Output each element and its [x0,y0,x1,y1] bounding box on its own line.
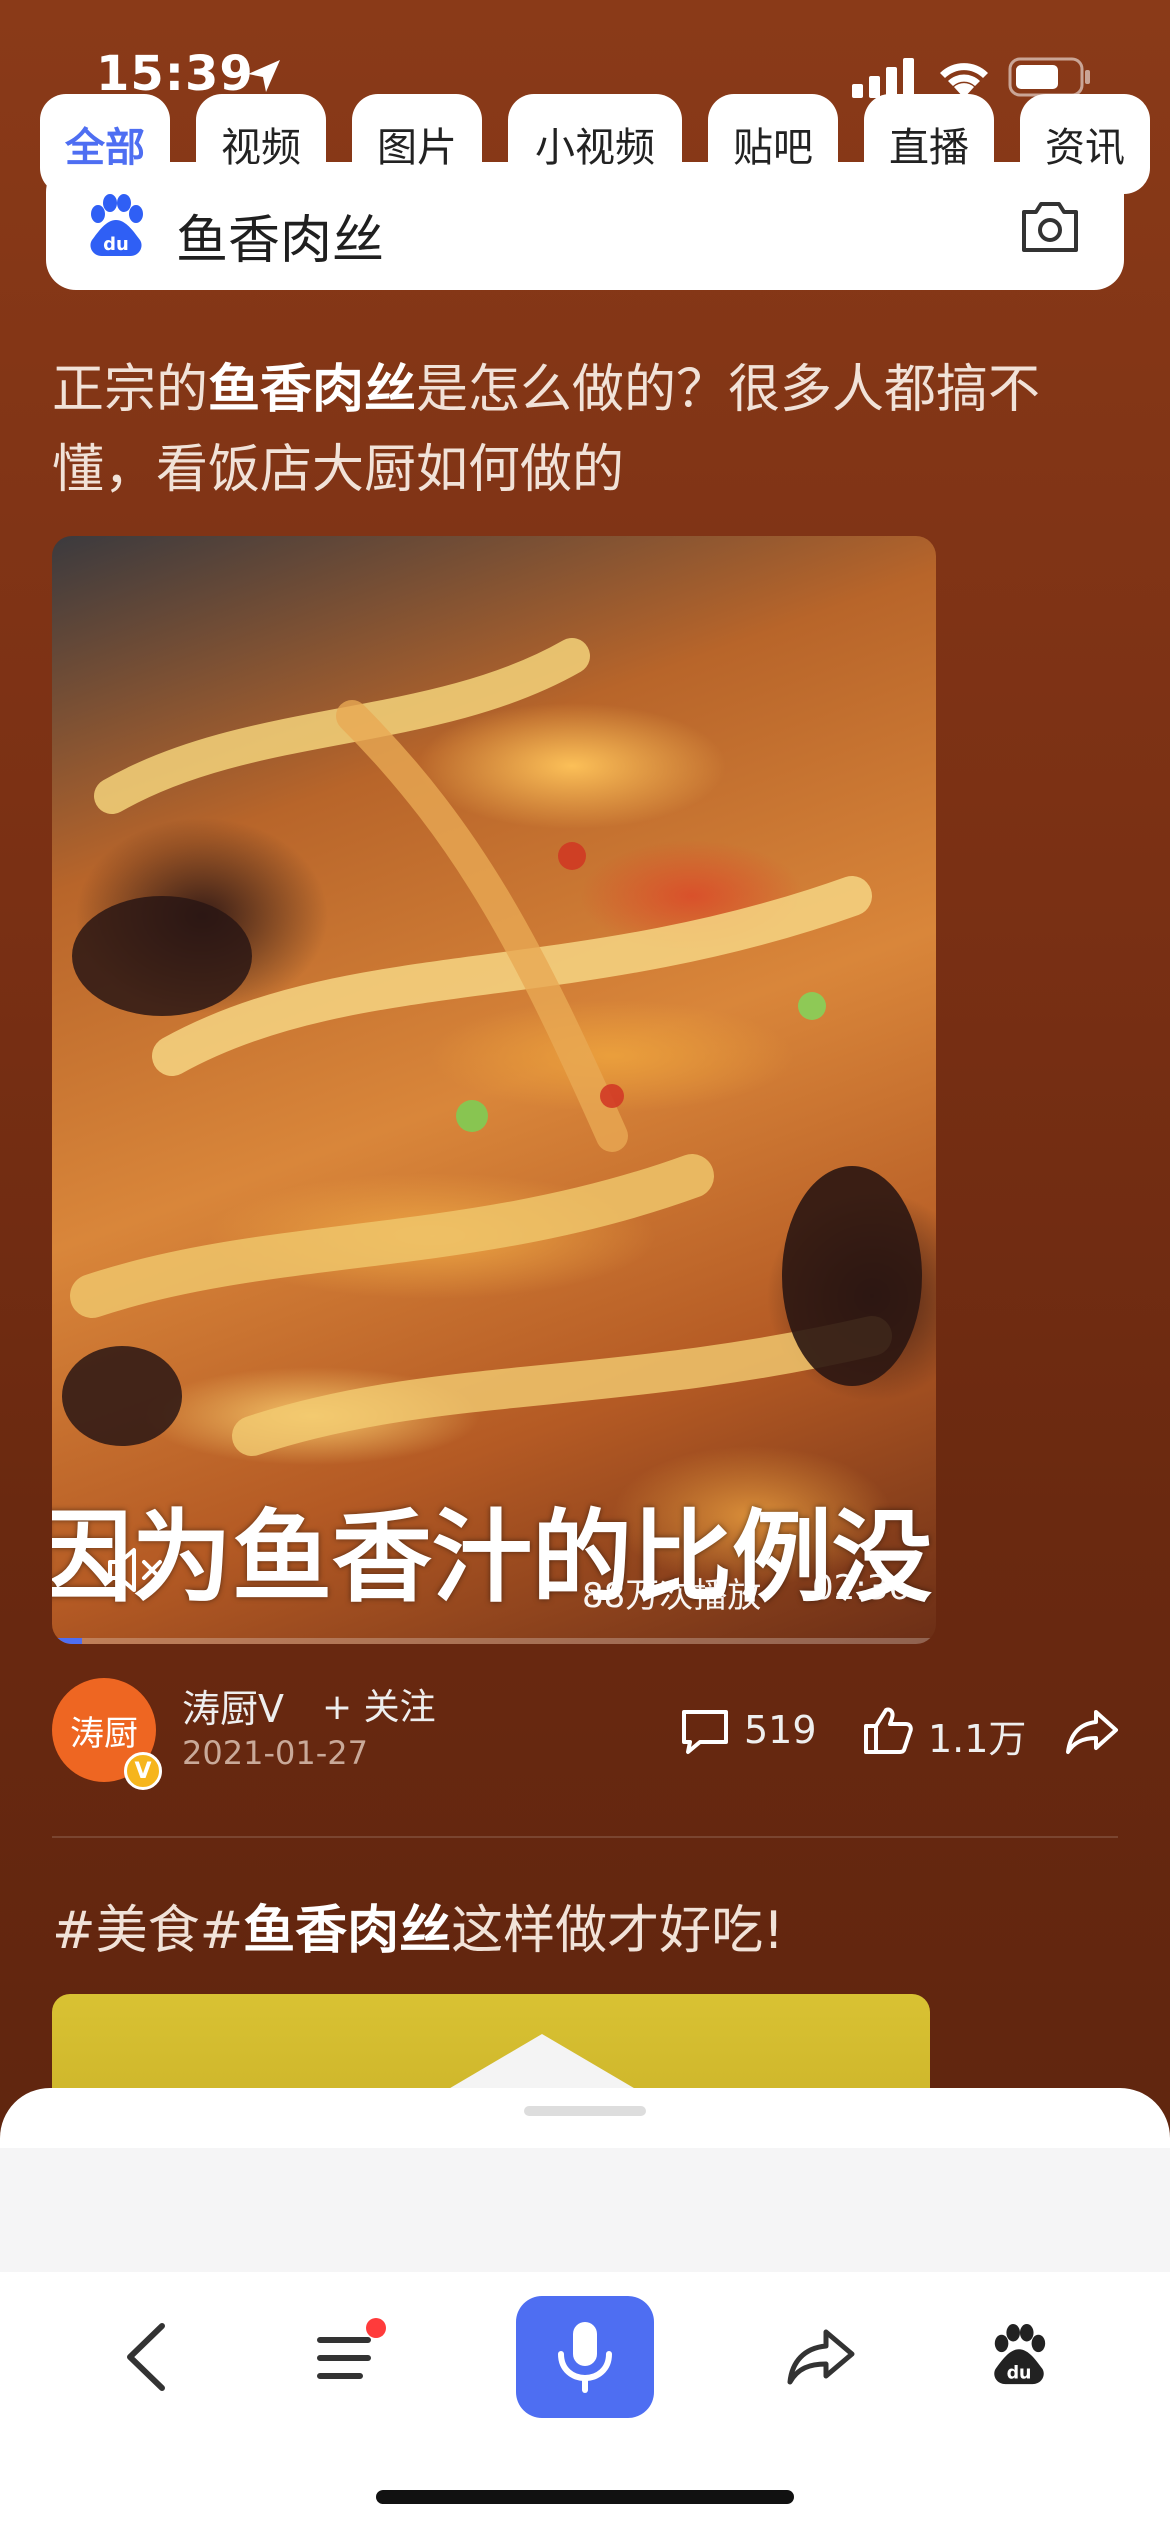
share-icon[interactable] [1064,1706,1120,1756]
back-icon[interactable] [124,2322,168,2392]
like-icon[interactable] [862,1704,914,1756]
sheet-drag-handle[interactable] [524,2106,646,2116]
menu-icon[interactable] [316,2318,386,2392]
tab-images[interactable]: 图片 [352,94,482,194]
video-player[interactable]: 因为鱼香汁的比例没 88万次播放 02:36 [52,536,936,1644]
tab-tieba[interactable]: 贴吧 [708,94,838,194]
baidu-paw-icon[interactable]: du [988,2324,1050,2388]
video-progress-bar[interactable] [52,1638,936,1644]
camera-icon[interactable] [1018,196,1082,256]
tab-video[interactable]: 视频 [196,94,326,194]
tab-short-video[interactable]: 小视频 [508,94,682,194]
battery-icon [1008,57,1090,97]
video-duration: 02:36 [812,1568,910,1608]
share-icon[interactable] [786,2326,856,2386]
verified-badge: V [124,1752,162,1790]
home-indicator[interactable] [376,2490,794,2504]
signal-icon [852,58,914,98]
svg-text:du: du [1007,2363,1032,2383]
microphone-icon [558,2322,612,2393]
mute-icon[interactable] [104,1542,168,1598]
play-count: 88万次播放 [582,1576,762,1616]
search-input[interactable]: 鱼香肉丝 [176,198,384,273]
divider [52,1836,1118,1838]
tab-bar [0,2148,1170,2272]
tab-news[interactable]: 资讯 [1020,94,1150,194]
tab-live[interactable]: 直播 [864,94,994,194]
post-date: 2021-01-27 [182,1734,368,1772]
result-title[interactable]: 正宗的鱼香肉丝是怎么做的？很多人都搞不懂，看饭店大厨如何做的 [52,350,1122,510]
tab-all[interactable]: 全部 [40,94,170,194]
comment-count[interactable]: 519 [744,1708,817,1752]
author-name[interactable]: 涛厨Ⅴ [182,1678,284,1733]
title-text: #美食# [52,1901,244,1961]
follow-button[interactable]: + 关注 [322,1678,436,1730]
like-count[interactable]: 1.1万 [928,1708,1026,1763]
notification-dot [366,2318,386,2338]
title-keyword-highlight: 鱼香肉丝 [208,360,417,420]
svg-text:du: du [103,234,129,255]
wifi-icon [940,63,988,98]
result-title[interactable]: #美食#鱼香肉丝这样做才好吃! [52,1888,784,1963]
title-keyword-highlight: 鱼香肉丝 [243,1901,452,1961]
title-text: 正宗的 [52,360,209,420]
title-text: 这样做才好吃! [451,1901,785,1961]
video-caption: 因为鱼香汁的比例没 [52,1499,932,1616]
video-progress-fill [52,1638,83,1644]
comment-icon[interactable] [678,1706,732,1756]
baidu-paw-icon[interactable]: du [84,194,148,260]
voice-search-button[interactable] [516,2296,654,2418]
location-arrow-icon [248,60,280,92]
